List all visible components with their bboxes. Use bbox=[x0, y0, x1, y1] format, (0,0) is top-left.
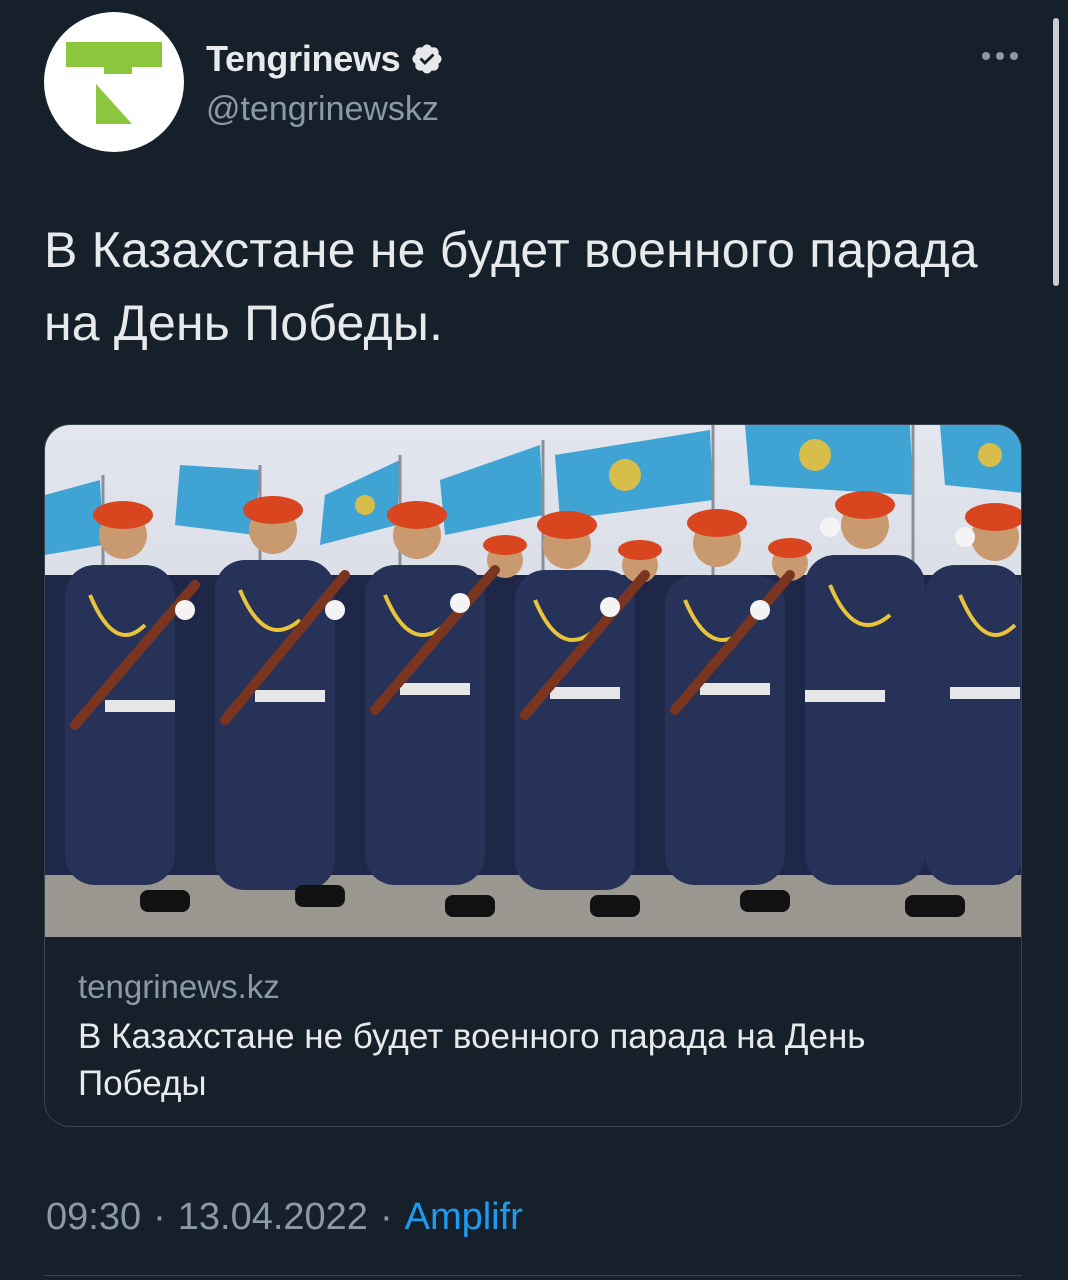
link-card[interactable]: tengrinews.kz В Казахстане не будет воен… bbox=[44, 424, 1022, 1127]
verified-badge-icon bbox=[412, 44, 442, 74]
avatar[interactable] bbox=[44, 12, 184, 152]
tweet-date[interactable]: 13.04.2022 bbox=[178, 1196, 368, 1239]
card-meta[interactable]: tengrinews.kz В Казахстане не будет воен… bbox=[78, 965, 978, 1107]
display-name[interactable]: Tengrinews bbox=[206, 38, 401, 80]
source-app-link[interactable]: Amplifr bbox=[405, 1196, 523, 1239]
military-parade-photo[interactable] bbox=[45, 425, 1022, 937]
card-title[interactable]: В Казахстане не будет военного парада на… bbox=[78, 1013, 978, 1107]
divider bbox=[44, 1275, 1022, 1276]
tweet-footer: 09:30 · 13.04.2022 · Amplifr bbox=[46, 1196, 523, 1239]
tengrinews-logo-icon bbox=[66, 42, 162, 132]
card-domain: tengrinews.kz bbox=[78, 968, 280, 1005]
separator: · bbox=[153, 1196, 166, 1238]
tweet-time[interactable]: 09:30 bbox=[46, 1196, 141, 1239]
more-options-icon[interactable] bbox=[978, 44, 1022, 68]
separator: · bbox=[379, 1196, 393, 1238]
author-handle[interactable]: @tengrinewskz bbox=[206, 90, 439, 129]
tweet-text: В Казахстане не будет военного парада на… bbox=[44, 222, 978, 351]
author-name-row[interactable]: Tengrinews bbox=[206, 38, 444, 80]
scrollbar[interactable] bbox=[1053, 18, 1059, 286]
